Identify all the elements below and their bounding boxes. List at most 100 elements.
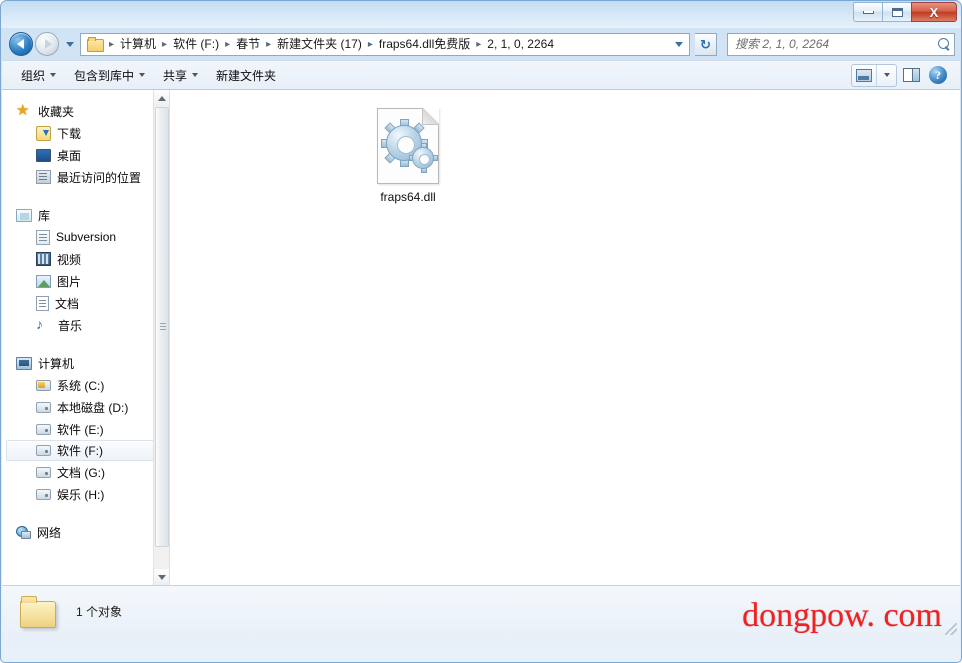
back-button[interactable] — [9, 32, 33, 56]
pictures-icon — [36, 274, 51, 288]
preview-pane-button[interactable] — [900, 64, 923, 86]
sidebar-item-subversion[interactable]: Subversion — [2, 226, 169, 248]
scrollbar-thumb[interactable] — [155, 107, 169, 547]
sidebar-label: 软件 (E:) — [57, 422, 104, 437]
sidebar-item-desktop[interactable]: 桌面 — [2, 144, 169, 166]
title-bar[interactable]: X — [1, 1, 961, 28]
address-dropdown-button[interactable] — [670, 34, 687, 55]
sidebar-item-drive-e[interactable]: 软件 (E:) — [2, 418, 169, 440]
sidebar-item-downloads[interactable]: 下载 — [2, 122, 169, 144]
change-view-button[interactable] — [852, 64, 877, 86]
network-icon — [16, 525, 31, 539]
view-mode-dropdown-button[interactable] — [877, 65, 896, 86]
search-input[interactable] — [735, 37, 938, 51]
sidebar-label: 库 — [38, 208, 51, 223]
chevron-down-icon — [883, 73, 890, 77]
window-controls: X — [853, 2, 957, 22]
status-bar: 1 个对象 dongpow. com — [2, 585, 960, 637]
close-button[interactable]: X — [911, 2, 957, 22]
sidebar-label: 音乐 — [58, 318, 83, 333]
breadcrumb-item-1[interactable]: 软件 (F:) — [168, 34, 224, 55]
breadcrumb-item-4[interactable]: fraps64.dll免费版 — [374, 34, 475, 55]
view-mode-control[interactable] — [851, 63, 897, 87]
share-button[interactable]: 共享 — [154, 63, 207, 88]
breadcrumb-separator: ▸ — [225, 38, 231, 50]
sidebar-label: 本地磁盘 (D:) — [57, 400, 129, 415]
sidebar-item-favorites[interactable]: ★ 收藏夹 — [2, 100, 169, 122]
sidebar-item-recent-places[interactable]: 最近访问的位置 — [2, 166, 169, 188]
music-icon: ♪ — [36, 316, 43, 332]
breadcrumb-item-3[interactable]: 新建文件夹 (17) — [272, 34, 367, 55]
close-icon: X — [929, 4, 939, 20]
nav-group-favorites: ★ 收藏夹 下载 桌面 最近访问的位置 — [2, 100, 169, 188]
chevron-down-icon — [158, 574, 166, 580]
include-in-library-label: 包含到库中 — [74, 68, 135, 83]
sidebar-label: 系统 (C:) — [57, 378, 105, 393]
sidebar-label: 最近访问的位置 — [57, 170, 142, 185]
drive-icon — [36, 445, 51, 456]
sidebar-item-computer[interactable]: 计算机 — [2, 352, 169, 374]
breadcrumb-item-5[interactable]: 2, 1, 0, 2264 — [482, 34, 559, 55]
drive-icon — [36, 466, 51, 478]
breadcrumb-root-icon[interactable] — [85, 35, 108, 53]
scroll-down-button[interactable] — [154, 569, 169, 585]
sidebar-item-drive-h[interactable]: 娱乐 (H:) — [2, 483, 169, 505]
sidebar-item-drive-g[interactable]: 文档 (G:) — [2, 461, 169, 483]
organize-button[interactable]: 组织 — [12, 63, 65, 88]
preview-pane-icon — [903, 68, 920, 82]
computer-icon — [16, 356, 32, 370]
forward-arrow-icon — [44, 39, 52, 49]
minimize-button[interactable] — [853, 2, 882, 22]
breadcrumb: ▸ 计算机 ▸ 软件 (F:) ▸ 春节 ▸ 新建文件夹 (17) ▸ frap… — [85, 34, 670, 55]
breadcrumb-item-2[interactable]: 春节 — [231, 34, 265, 55]
sidebar-item-pictures[interactable]: 图片 — [2, 270, 169, 292]
refresh-icon: ↻ — [700, 36, 711, 52]
recent-pages-button[interactable] — [63, 33, 76, 55]
file-name-label: fraps64.dll — [380, 190, 436, 204]
chevron-down-icon — [139, 73, 146, 77]
forward-button[interactable] — [35, 32, 59, 56]
sidebar-item-drive-c[interactable]: 系统 (C:) — [2, 374, 169, 396]
sidebar-label: 计算机 — [38, 356, 75, 371]
sidebar-item-libraries[interactable]: 库 — [2, 204, 169, 226]
search-box[interactable] — [727, 32, 955, 56]
new-folder-button[interactable]: 新建文件夹 — [207, 63, 285, 88]
nav-group-libraries: 库 Subversion 视频 图片 文档 ♪ 音乐 — [2, 204, 169, 336]
sidebar-label: 文档 (G:) — [57, 465, 105, 480]
watermark-text: dongpow. com — [742, 597, 942, 634]
resize-grip[interactable] — [945, 623, 957, 635]
refresh-button[interactable]: ↻ — [695, 32, 717, 56]
chevron-down-icon — [50, 73, 57, 77]
sidebar-item-videos[interactable]: 视频 — [2, 248, 169, 270]
sidebar-label: 桌面 — [57, 148, 82, 163]
include-in-library-button[interactable]: 包含到库中 — [65, 63, 154, 88]
sidebar-item-network[interactable]: 网络 — [2, 521, 169, 543]
list-item[interactable]: fraps64.dll — [360, 104, 456, 209]
scroll-up-button[interactable] — [154, 90, 169, 106]
organize-label: 组织 — [21, 68, 46, 83]
view-mode-icon — [856, 68, 872, 82]
help-button[interactable]: ? — [926, 64, 950, 86]
file-list-pane[interactable]: fraps64.dll — [170, 90, 960, 585]
scrollbar-grip-icon — [160, 323, 166, 331]
chevron-down-icon — [192, 73, 199, 77]
sidebar-item-drive-f[interactable]: 软件 (F:) — [6, 440, 163, 461]
chevron-up-icon — [158, 95, 166, 101]
folder-icon — [87, 37, 104, 52]
sidebar-scrollbar[interactable] — [153, 90, 169, 585]
breadcrumb-separator: ▸ — [367, 38, 373, 50]
maximize-button[interactable] — [882, 2, 911, 22]
address-bar[interactable]: ▸ 计算机 ▸ 软件 (F:) ▸ 春节 ▸ 新建文件夹 (17) ▸ frap… — [80, 32, 690, 56]
breadcrumb-item-0[interactable]: 计算机 — [115, 34, 161, 55]
sidebar-item-documents[interactable]: 文档 — [2, 292, 169, 314]
drive-icon — [36, 401, 51, 413]
sidebar-item-drive-d[interactable]: 本地磁盘 (D:) — [2, 396, 169, 418]
search-icon[interactable] — [938, 37, 951, 51]
downloads-icon — [36, 125, 51, 141]
command-toolbar: 组织 包含到库中 共享 新建文件夹 ? — [2, 60, 960, 90]
sidebar-label: 文档 — [55, 296, 80, 311]
sidebar-label: 视频 — [57, 252, 82, 267]
sidebar-item-music[interactable]: ♪ 音乐 — [2, 314, 169, 336]
